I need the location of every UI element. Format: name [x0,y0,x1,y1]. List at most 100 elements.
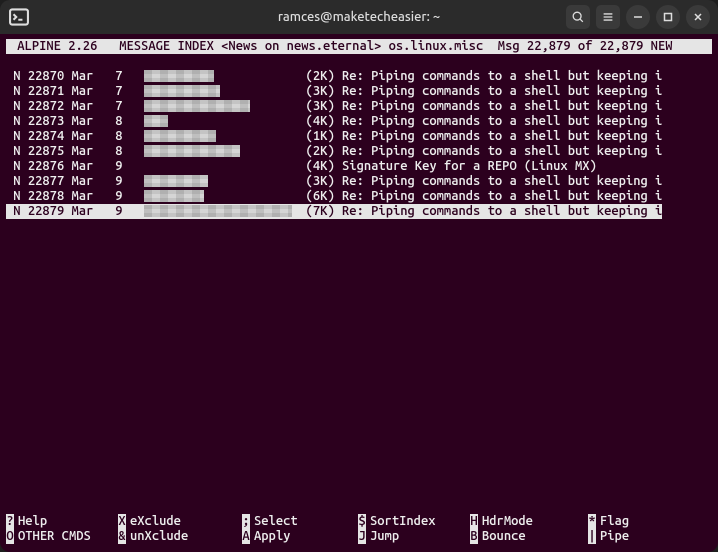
message-row[interactable]: N 22870 Mar 7 (2K) Re: Piping commands t… [6,69,712,84]
command-key: O [6,529,14,544]
message-row-right: (6K) Re: Piping commands to a shell but … [298,189,662,204]
command-label: OTHER CMDS [14,529,91,544]
message-row-left: N 22877 Mar 9 [6,174,144,189]
sender-redacted [144,70,214,82]
sender-cell [144,84,298,99]
command-item[interactable]: AApply [242,529,358,544]
command-label: HdrMode [478,514,533,529]
message-row[interactable]: N 22874 Mar 8 (1K) Re: Piping commands t… [6,129,712,144]
sender-cell [144,174,298,189]
command-label: Apply [250,529,290,544]
command-item[interactable]: OOTHER CMDS [6,529,118,544]
command-key: A [242,529,250,544]
message-row-left: N 22870 Mar 7 [6,69,144,84]
message-row[interactable]: N 22875 Mar 8 (2K) Re: Piping commands t… [6,144,712,159]
command-label: Help [14,514,47,529]
command-bar: ?HelpXeXclude;Select$SortIndexHHdrMode*F… [6,514,712,544]
alpine-status-bar: ALPINE 2.26 MESSAGE INDEX <News on news.… [6,39,712,54]
sender-redacted [144,115,168,127]
search-button[interactable] [566,5,590,29]
sender-cell [144,129,298,144]
message-row-left: N 22879 Mar 9 [6,204,144,219]
command-item[interactable]: XeXclude [118,514,242,529]
command-label: Select [250,514,298,529]
sender-cell [144,114,298,129]
message-row-left: N 22878 Mar 9 [6,189,144,204]
command-label: unXclude [126,529,188,544]
command-key: $ [358,514,366,529]
window-titlebar: ramces@maketecheasier: ~ [0,0,718,34]
command-key: ? [6,514,14,529]
message-row-right: (4K) Re: Piping commands to a shell but … [298,114,662,129]
index-label: MESSAGE INDEX [119,39,214,53]
titlebar-right [566,5,710,29]
terminal-area[interactable]: ALPINE 2.26 MESSAGE INDEX <News on news.… [0,34,718,552]
sender-cell [144,189,298,204]
command-key: X [118,514,126,529]
command-label: Jump [366,529,399,544]
command-key: ; [242,514,250,529]
command-item[interactable]: BBounce [470,529,588,544]
message-row-right: (3K) Re: Piping commands to a shell but … [298,84,662,99]
message-row-right: (4K) Signature Key for a REPO (Linux MX) [298,159,596,174]
command-item[interactable]: HHdrMode [470,514,588,529]
command-item[interactable]: ?Help [6,514,118,529]
message-row-left: N 22874 Mar 8 [6,129,144,144]
message-row-right: (2K) Re: Piping commands to a shell but … [298,144,662,159]
command-key: | [588,529,596,544]
message-row-left: N 22872 Mar 7 [6,99,144,114]
window-title: ramces@maketecheasier: ~ [278,10,440,24]
message-row[interactable]: N 22876 Mar 9 (4K) Signature Key for a R… [6,159,712,174]
close-button[interactable] [686,5,710,29]
command-item[interactable]: &unXclude [118,529,242,544]
sender-cell [144,144,298,159]
message-row-left: N 22875 Mar 8 [6,144,144,159]
message-row-right: (1K) Re: Piping commands to a shell but … [298,129,662,144]
sender-cell [144,69,298,84]
command-row-2: OOTHER CMDS&unXcludeAApplyJJumpBBounce|P… [6,529,712,544]
command-item[interactable]: JJump [358,529,470,544]
message-row[interactable]: N 22878 Mar 9 (6K) Re: Piping commands t… [6,189,712,204]
message-row-right: (3K) Re: Piping commands to a shell but … [298,174,662,189]
message-row[interactable]: N 22879 Mar 9 (7K) Re: Piping commands t… [6,204,712,219]
sender-redacted [144,145,240,157]
newsgroup-name: os.linux.misc [389,39,484,53]
command-label: SortIndex [366,514,436,529]
command-row-1: ?HelpXeXclude;Select$SortIndexHHdrMode*F… [6,514,712,529]
message-row-left: N 22876 Mar 9 [6,159,144,174]
sender-cell [144,159,298,174]
sender-cell [144,204,298,219]
titlebar-left [8,6,30,28]
command-label: eXclude [126,514,181,529]
command-label: Bounce [478,529,526,544]
menu-button[interactable] [596,5,620,29]
message-row[interactable]: N 22871 Mar 7 (3K) Re: Piping commands t… [6,84,712,99]
sender-redacted [144,85,220,97]
command-item[interactable]: *Flag [588,514,688,529]
sender-redacted [144,205,292,217]
maximize-button[interactable] [656,5,680,29]
message-row-left: N 22871 Mar 7 [6,84,144,99]
blank-line [6,54,712,69]
command-item[interactable]: |Pipe [588,529,688,544]
command-item[interactable]: ;Select [242,514,358,529]
message-list: N 22870 Mar 7 (2K) Re: Piping commands t… [6,69,712,219]
message-row[interactable]: N 22873 Mar 8 (4K) Re: Piping commands t… [6,114,712,129]
sender-cell [144,99,298,114]
app-version: ALPINE 2.26 [17,39,97,53]
message-row-right: (2K) Re: Piping commands to a shell but … [298,69,662,84]
sender-redacted [144,130,216,142]
message-row[interactable]: N 22877 Mar 9 (3K) Re: Piping commands t… [6,174,712,189]
command-key: * [588,514,596,529]
command-key: J [358,529,366,544]
sender-redacted [144,190,204,202]
sender-redacted [144,100,250,112]
command-label: Flag [596,514,629,529]
message-row[interactable]: N 22872 Mar 7 (3K) Re: Piping commands t… [6,99,712,114]
command-item[interactable]: $SortIndex [358,514,470,529]
message-row-right: (7K) Re: Piping commands to a shell but … [298,204,662,219]
message-position: Msg 22,879 of 22,879 NEW [498,39,673,53]
command-key: & [118,529,126,544]
minimize-button[interactable] [626,5,650,29]
command-key: H [470,514,478,529]
